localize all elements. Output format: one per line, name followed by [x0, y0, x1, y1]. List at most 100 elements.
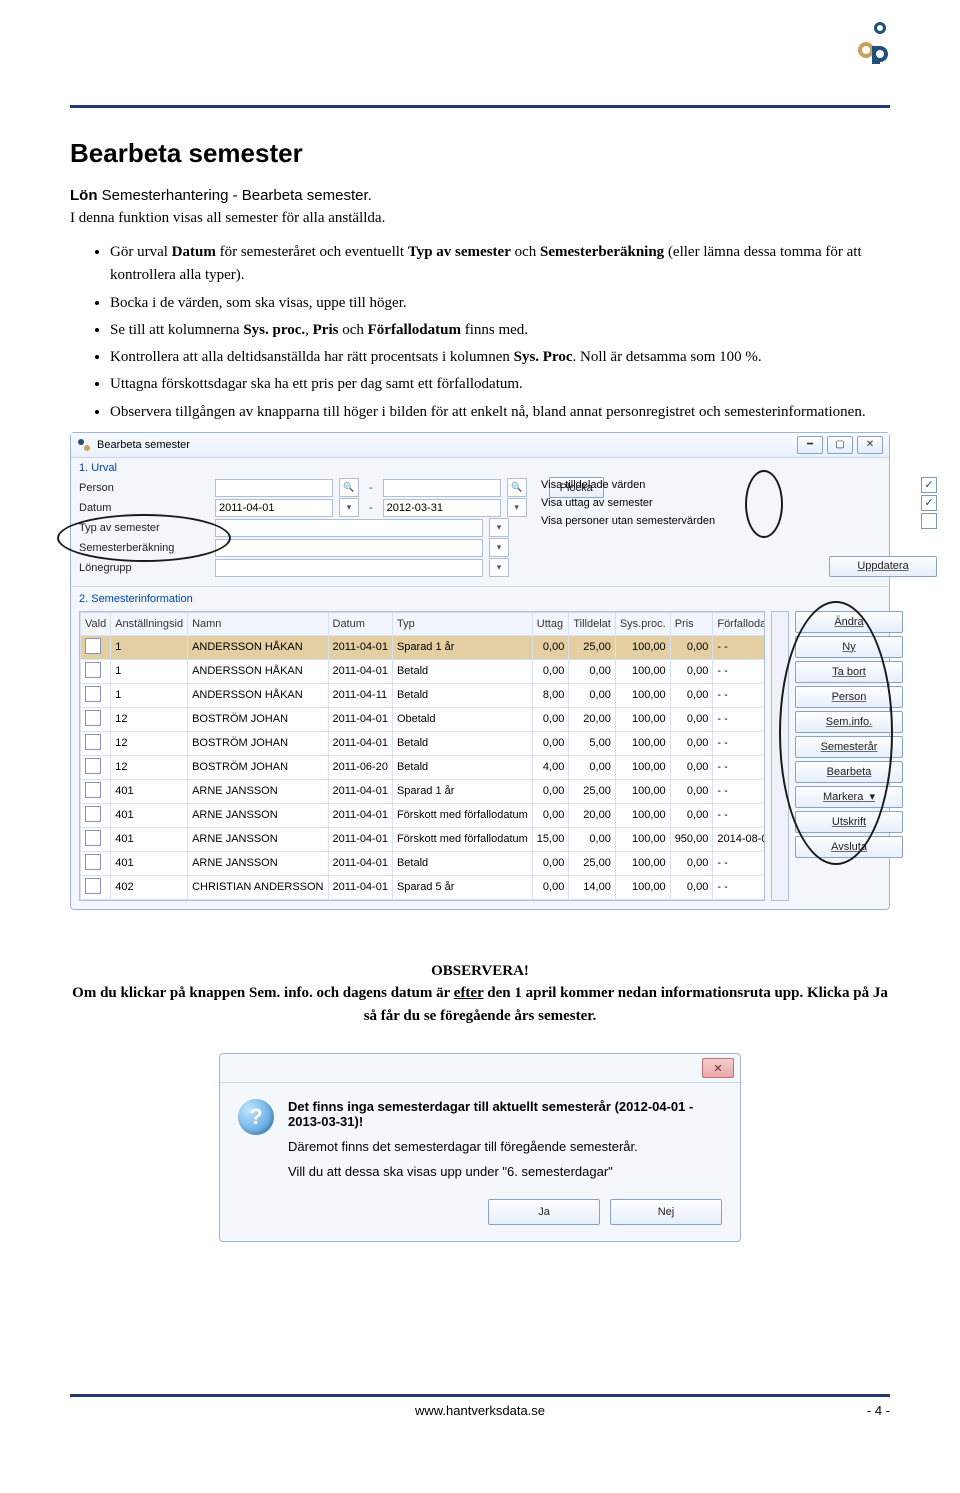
label-lonegrupp: Lönegrupp	[79, 562, 209, 574]
row-checkbox[interactable]	[85, 878, 101, 894]
dialog-yes-button[interactable]: Ja	[488, 1199, 600, 1225]
row-checkbox[interactable]	[85, 638, 101, 654]
row-checkbox[interactable]	[85, 854, 101, 870]
brand-logo	[856, 20, 890, 64]
utskrift-button[interactable]: Utskrift	[795, 811, 903, 833]
dropdown-icon[interactable]: ▾	[339, 498, 359, 517]
row-checkbox[interactable]	[85, 782, 101, 798]
bullet-item: Observera tillgången av knapparna till h…	[110, 401, 890, 424]
minimize-button[interactable]: ━	[797, 436, 823, 454]
col-typ[interactable]: Typ	[392, 612, 532, 635]
dropdown-icon[interactable]: ▾	[489, 538, 509, 557]
col-forfall[interactable]: Förfallodatum ▲	[713, 612, 765, 635]
col-namn[interactable]: Namn	[188, 612, 328, 635]
table-row[interactable]: 1ANDERSSON HÅKAN2011-04-01Betald0,000,00…	[81, 659, 766, 683]
row-checkbox[interactable]	[85, 710, 101, 726]
bullet-item: Kontrollera att alla deltidsanställda ha…	[110, 346, 890, 369]
person-from-input[interactable]	[215, 479, 333, 497]
bearbeta-button[interactable]: Bearbeta	[795, 761, 903, 783]
opt-label: Visa tilldelade värden	[541, 479, 741, 491]
dialog-close-button[interactable]: ✕	[702, 1058, 734, 1078]
section-urval-header: 1. Urval	[71, 458, 889, 476]
checkbox[interactable]	[921, 513, 937, 529]
label-person: Person	[79, 482, 209, 494]
person-to-input[interactable]	[383, 479, 501, 497]
dropdown-icon[interactable]: ▾	[489, 518, 509, 537]
header-rule	[70, 105, 890, 108]
table-row[interactable]: 401ARNE JANSSON2011-04-01Förskott med fö…	[81, 803, 766, 827]
bullet-item: Se till att kolumnerna Sys. proc., Pris …	[110, 319, 890, 342]
semesterar-button[interactable]: Semesterår	[795, 736, 903, 758]
dialog-line2: Däremot finns det semesterdagar till för…	[288, 1139, 722, 1154]
col-vald[interactable]: Vald	[81, 612, 111, 635]
label-typ: Typ av semester	[79, 522, 209, 534]
col-uttag[interactable]: Uttag	[532, 612, 569, 635]
info-dialog: ✕ ? Det finns inga semesterdagar till ak…	[219, 1053, 741, 1242]
page-number: - 4 -	[867, 1403, 890, 1418]
label-datum: Datum	[79, 502, 209, 514]
lookup-icon[interactable]: 🔍	[339, 478, 359, 497]
row-checkbox[interactable]	[85, 830, 101, 846]
typ-input[interactable]	[215, 519, 483, 537]
footer-rule	[70, 1394, 890, 1397]
tabort-button[interactable]: Ta bort	[795, 661, 903, 683]
subheading: Lön Semesterhantering - Bearbeta semeste…	[70, 187, 890, 204]
person-button[interactable]: Person	[795, 686, 903, 708]
dialog-no-button[interactable]: Nej	[610, 1199, 722, 1225]
table-row[interactable]: 402CHRISTIAN ANDERSSON2011-04-01Sparad 5…	[81, 875, 766, 899]
row-checkbox[interactable]	[85, 734, 101, 750]
date-to-input[interactable]: 2012-03-31	[383, 499, 501, 517]
section-semesterinfo-header: 2. Semesterinformation	[71, 589, 889, 607]
seminfo-button[interactable]: Sem.info.	[795, 711, 903, 733]
table-row[interactable]: 12BOSTRÖM JOHAN2011-04-01Betald0,005,001…	[81, 731, 766, 755]
row-checkbox[interactable]	[85, 662, 101, 678]
titlebar: Bearbeta semester ━ ▢ ✕	[71, 433, 889, 458]
opt-label: Visa personer utan semestervärden	[541, 515, 741, 527]
lookup-icon[interactable]: 🔍	[507, 478, 527, 497]
row-checkbox[interactable]	[85, 686, 101, 702]
checkbox[interactable]	[921, 495, 937, 511]
col-sysproc[interactable]: Sys.proc.	[615, 612, 670, 635]
scrollbar[interactable]	[771, 611, 789, 901]
intro-text: I denna funktion visas all semester för …	[70, 210, 890, 227]
app-icon	[77, 438, 91, 452]
bullet-item: Gör urval Datum för semesteråret och eve…	[110, 241, 890, 288]
app-window: Bearbeta semester ━ ▢ ✕ 1. Urval Person …	[70, 432, 890, 910]
markera-button[interactable]: Markera ▾	[795, 786, 903, 808]
table-row[interactable]: 12BOSTRÖM JOHAN2011-06-20Betald4,000,001…	[81, 755, 766, 779]
dialog-line3: Vill du att dessa ska visas upp under "6…	[288, 1164, 722, 1179]
table-row[interactable]: 12BOSTRÖM JOHAN2011-04-01Obetald0,0020,0…	[81, 707, 766, 731]
date-from-input[interactable]: 2011-04-01	[215, 499, 333, 517]
observe-block: OBSERVERA! Om du klickar på knappen Sem.…	[70, 960, 890, 1028]
table-row[interactable]: 1ANDERSSON HÅKAN2011-04-11Betald8,000,00…	[81, 683, 766, 707]
table-row[interactable]: 401ARNE JANSSON2011-04-01Förskott med fö…	[81, 827, 766, 851]
table-row[interactable]: 401ARNE JANSSON2011-04-01Betald0,0025,00…	[81, 851, 766, 875]
semester-table: Vald Anställningsid Namn Datum Typ Uttag…	[80, 612, 765, 900]
row-checkbox[interactable]	[85, 758, 101, 774]
col-pris[interactable]: Pris	[670, 612, 713, 635]
checkbox[interactable]	[921, 477, 937, 493]
opt-label: Visa uttag av semester	[541, 497, 741, 509]
lonegrupp-input[interactable]	[215, 559, 483, 577]
col-tilldelat[interactable]: Tilldelat	[569, 612, 616, 635]
dropdown-icon[interactable]: ▾	[507, 498, 527, 517]
maximize-button[interactable]: ▢	[827, 436, 853, 454]
page-heading: Bearbeta semester	[70, 138, 890, 169]
col-datum[interactable]: Datum	[328, 612, 392, 635]
close-button[interactable]: ✕	[857, 436, 883, 454]
col-anstid[interactable]: Anställningsid	[111, 612, 188, 635]
table-row[interactable]: 401ARNE JANSSON2011-04-01Sparad 1 år0,00…	[81, 779, 766, 803]
bullet-item: Bocka i de värden, som ska visas, uppe t…	[110, 292, 890, 315]
footer-url: www.hantverksdata.se	[415, 1403, 545, 1418]
andra-button[interactable]: Ändra	[795, 611, 903, 633]
label-ber: Semesterberäkning	[79, 542, 209, 554]
ber-input[interactable]	[215, 539, 483, 557]
avsluta-button[interactable]: Avsluta	[795, 836, 903, 858]
bullet-item: Uttagna förskottsdagar ska ha ett pris p…	[110, 373, 890, 396]
table-row[interactable]: 1ANDERSSON HÅKAN2011-04-01Sparad 1 år0,0…	[81, 635, 766, 659]
window-title: Bearbeta semester	[97, 439, 797, 451]
ny-button[interactable]: Ny	[795, 636, 903, 658]
dropdown-icon[interactable]: ▾	[489, 558, 509, 577]
row-checkbox[interactable]	[85, 806, 101, 822]
uppdatera-button[interactable]: Uppdatera	[829, 556, 937, 577]
